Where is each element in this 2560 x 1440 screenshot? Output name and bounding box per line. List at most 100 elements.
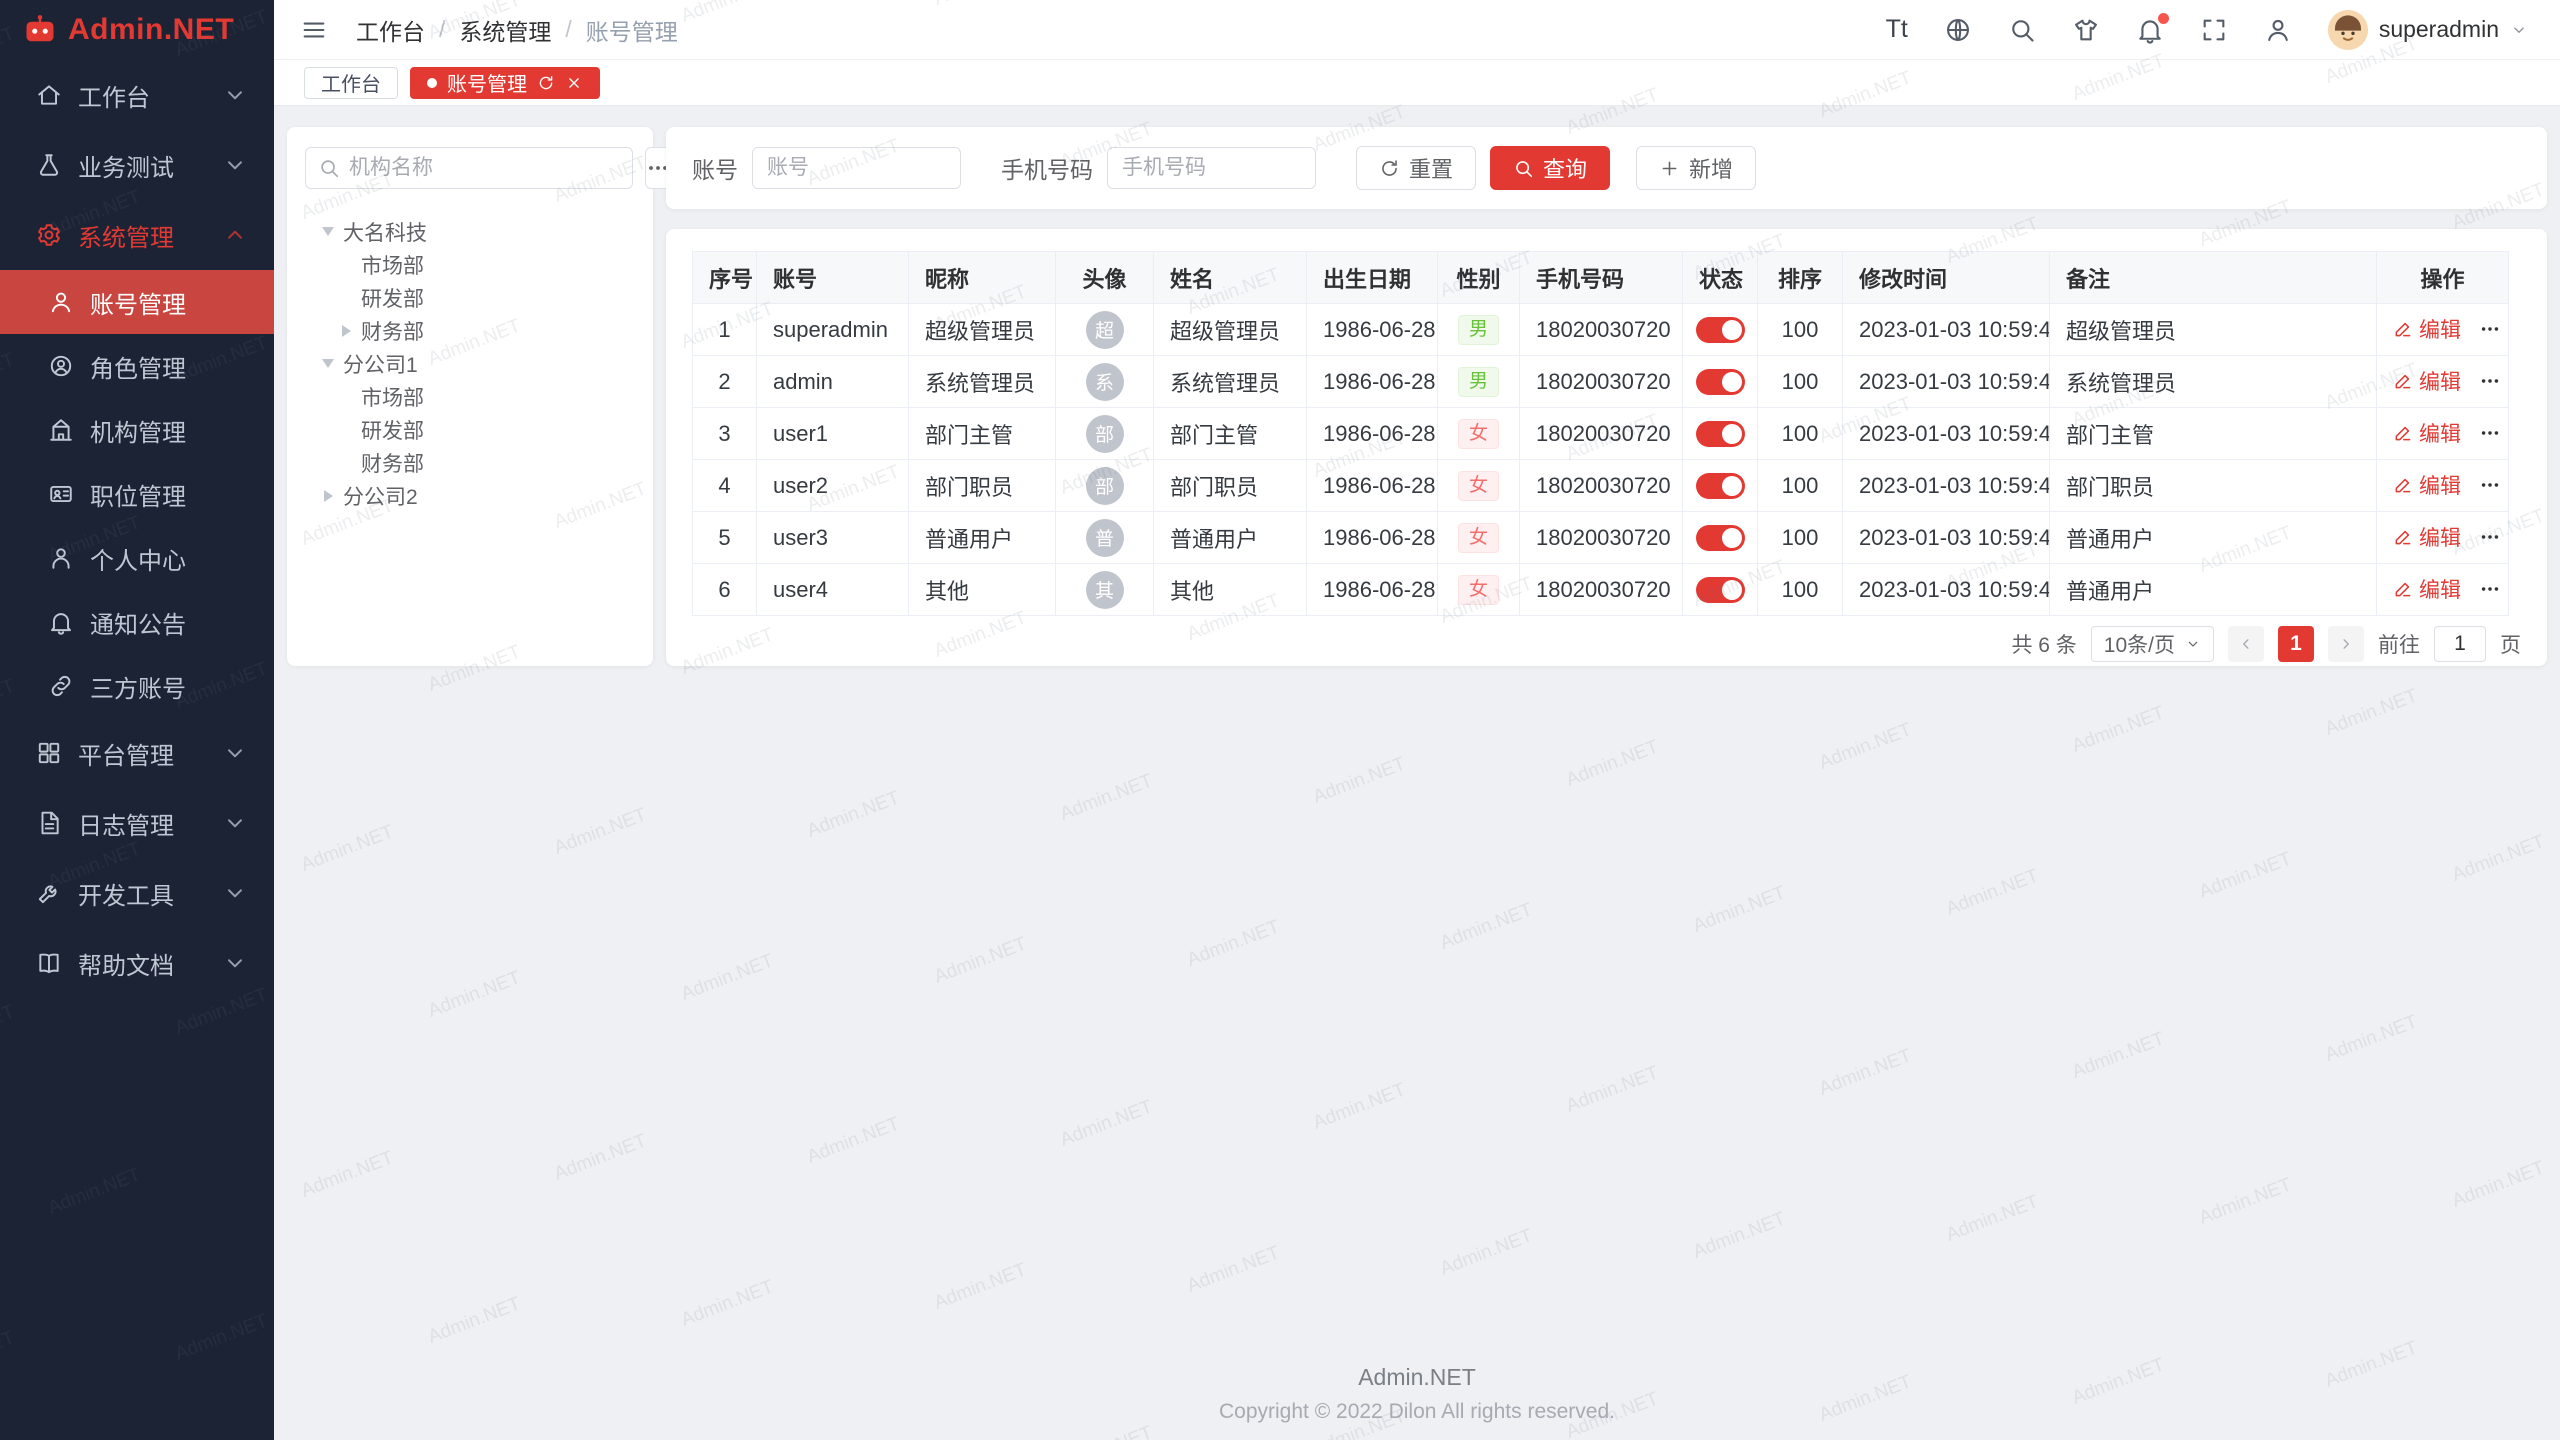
row-actions: 编辑 [2393,470,2501,500]
chevron-down-icon [222,740,248,766]
caret-down-icon[interactable] [315,354,341,374]
gender-tag: 女 [1458,471,1499,501]
cell-remark: 普通用户 [2050,564,2377,616]
search-icon[interactable] [2008,16,2036,44]
tree-node[interactable]: 市场部 [305,380,635,413]
cell-avatar: 部 [1056,460,1154,512]
sidebar-item-platform-mgmt[interactable]: 平台管理 [0,718,274,788]
edit-button[interactable]: 编辑 [2393,574,2461,604]
sidebar-item-business-test[interactable]: 业务测试 [0,130,274,200]
edit-button[interactable]: 编辑 [2393,522,2461,552]
status-toggle[interactable] [1696,317,1745,343]
goto-page-input[interactable] [2434,626,2486,662]
sidebar-item-label: 帮助文档 [78,946,174,981]
prev-page-button[interactable] [2228,626,2264,662]
close-icon[interactable] [565,74,583,92]
tab-workbench[interactable]: 工作台 [304,67,398,99]
add-button[interactable]: 新增 [1636,146,1756,190]
edit-button[interactable]: 编辑 [2393,366,2461,396]
user-menu[interactable]: superadmin [2328,10,2528,50]
status-toggle[interactable] [1696,473,1745,499]
breadcrumb-item-workbench[interactable]: 工作台 [356,13,425,47]
user-avatar [2328,10,2368,50]
cell-status [1683,460,1758,512]
sidebar-item-org-mgmt[interactable]: 机构管理 [0,398,274,462]
cell-phone: 18020030720 [1520,304,1683,356]
caret-placeholder [333,420,359,440]
cell-avatar: 普 [1056,512,1154,564]
tree-node[interactable]: 研发部 [305,413,635,446]
user-icon[interactable] [2264,16,2292,44]
sidebar-item-account-mgmt[interactable]: 账号管理 [0,270,274,334]
edit-button[interactable]: 编辑 [2393,314,2461,344]
sidebar-item-dev-tools[interactable]: 开发工具 [0,858,274,928]
status-toggle[interactable] [1696,369,1745,395]
next-page-button[interactable] [2328,626,2364,662]
sidebar-item-position-mgmt[interactable]: 职位管理 [0,462,274,526]
tree-node[interactable]: 分公司2 [305,479,635,512]
page-1-button[interactable]: 1 [2278,626,2314,662]
sidebar-item-system-mgmt[interactable]: 系统管理 [0,200,274,270]
chevron-down-icon [222,82,248,108]
tree-node[interactable]: 市场部 [305,248,635,281]
theme-icon[interactable] [2072,16,2100,44]
sidebar-item-workbench[interactable]: 工作台 [0,60,274,130]
more-actions-icon[interactable] [2479,318,2501,340]
fullscreen-icon[interactable] [2200,16,2228,44]
app-logo[interactable]: Admin.NET [0,0,274,60]
org-search-input[interactable] [349,156,620,180]
hamburger-icon[interactable] [300,16,328,44]
sidebar-item-role-mgmt[interactable]: 角色管理 [0,334,274,398]
caret-right-icon[interactable] [315,486,341,506]
query-button[interactable]: 查询 [1490,146,1610,190]
cell-account: user4 [757,564,909,616]
status-toggle[interactable] [1696,525,1745,551]
status-toggle[interactable] [1696,421,1745,447]
edit-button[interactable]: 编辑 [2393,418,2461,448]
more-actions-icon[interactable] [2479,422,2501,444]
edit-button[interactable]: 编辑 [2393,470,2461,500]
search-icon [1513,158,1534,179]
status-toggle[interactable] [1696,577,1745,603]
tree-node[interactable]: 财务部 [305,314,635,347]
row-avatar: 部 [1086,467,1124,505]
org-tree: 大名科技市场部研发部财务部分公司1市场部研发部财务部分公司2 [305,215,635,512]
phone-filter-input[interactable] [1107,147,1316,189]
sidebar-item-label: 账号管理 [90,285,186,320]
reset-button-label: 重置 [1409,152,1453,184]
cell-remark: 普通用户 [2050,512,2377,564]
tabbar: 工作台 账号管理 [274,60,2560,106]
tree-node[interactable]: 研发部 [305,281,635,314]
tab-account-mgmt[interactable]: 账号管理 [410,67,600,99]
more-actions-icon[interactable] [2479,370,2501,392]
cell-modified: 2023-01-03 10:59:44 [1843,512,2050,564]
page-size-select[interactable]: 10条/页 [2091,626,2214,662]
more-actions-icon[interactable] [2479,578,2501,600]
sidebar-item-help-docs[interactable]: 帮助文档 [0,928,274,998]
caret-down-icon[interactable] [315,222,341,242]
locale-icon[interactable] [1944,16,1972,44]
more-actions-icon[interactable] [2479,526,2501,548]
account-filter-input[interactable] [752,147,961,189]
tree-node[interactable]: 分公司1 [305,347,635,380]
sidebar-item-notice[interactable]: 通知公告 [0,590,274,654]
caret-placeholder [333,255,359,275]
more-actions-icon[interactable] [2479,474,2501,496]
gender-tag: 女 [1458,419,1499,449]
font-size-icon[interactable]: Tt [1886,15,1908,44]
sidebar-item-label: 工作台 [78,78,150,113]
tree-node[interactable]: 财务部 [305,446,635,479]
sidebar-item-label: 职位管理 [90,477,186,512]
sidebar-item-log-mgmt[interactable]: 日志管理 [0,788,274,858]
notification-bell-icon[interactable] [2136,16,2164,44]
cell-actions: 编辑 [2377,460,2509,512]
caret-right-icon[interactable] [333,321,359,341]
org-search[interactable] [305,147,633,189]
cell-status [1683,304,1758,356]
refresh-icon[interactable] [537,74,555,92]
sidebar-item-third-party-account[interactable]: 三方账号 [0,654,274,718]
tree-node[interactable]: 大名科技 [305,215,635,248]
breadcrumb-item-system[interactable]: 系统管理 [459,13,551,47]
sidebar-item-personal-center[interactable]: 个人中心 [0,526,274,590]
reset-button[interactable]: 重置 [1356,146,1476,190]
